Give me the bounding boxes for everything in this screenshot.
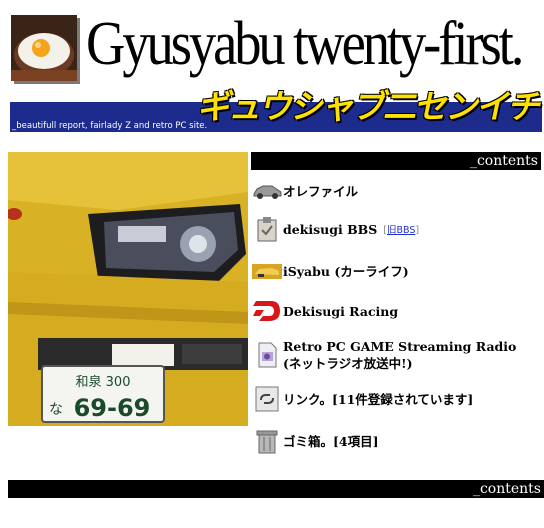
contents-header-bottom: _contents xyxy=(8,480,544,498)
radio-label-line1[interactable]: Retro PC GAME Streaming Radio xyxy=(283,338,516,355)
menu-label-radio[interactable]: Retro PC GAME Streaming Radio (ネットラジオ放送中… xyxy=(283,338,516,372)
site-title: Gyusyabu twenty-first. xyxy=(86,10,524,78)
menu-item-links[interactable]: リンク。[11件登録されています] xyxy=(252,384,542,414)
link-chain-icon xyxy=(252,384,282,414)
katakana-logo: ギュウシャブ二センイチ xyxy=(195,87,544,126)
car-silhouette-icon xyxy=(252,176,282,206)
plate-top-text: 和泉 300 xyxy=(76,374,131,390)
contents-header-top: _contents xyxy=(251,152,541,170)
plate-prefix-text: な xyxy=(49,402,63,418)
plate-number-text: 69-69 xyxy=(74,394,151,422)
menu-item-racing[interactable]: Dekisugi Racing xyxy=(252,296,542,326)
hero-car-photo: 和泉 300 な 69-69 xyxy=(8,152,248,426)
radio-label-line2[interactable]: (ネットラジオ放送中!) xyxy=(283,355,516,372)
menu-label-isyabu[interactable]: iSyabu (カーライフ) xyxy=(283,263,409,280)
menu-label-links[interactable]: リンク。[11件登録されています] xyxy=(283,391,473,408)
menu-item-isyabu[interactable]: iSyabu (カーライフ) xyxy=(252,256,542,286)
old-bbs-link[interactable]: [旧BBS] xyxy=(383,222,419,236)
menu-item-bbs[interactable]: dekisugi BBS [旧BBS] xyxy=(252,214,542,244)
menu-item-radio[interactable]: Retro PC GAME Streaming Radio (ネットラジオ放送中… xyxy=(252,338,542,372)
menu-item-trash[interactable]: ゴミ箱。[4項目] xyxy=(252,426,542,456)
menu-item-orefile[interactable]: オレファイル xyxy=(252,176,542,206)
menu-label-racing[interactable]: Dekisugi Racing xyxy=(283,303,398,320)
menu-label-trash[interactable]: ゴミ箱。[4項目] xyxy=(283,433,379,450)
logo-egg-photo xyxy=(11,15,77,81)
site-subtitle: _beautifull report, fairlady Z and retro… xyxy=(12,121,208,131)
trash-can-icon xyxy=(252,426,282,456)
radio-document-icon xyxy=(252,340,282,370)
yellow-car-icon xyxy=(252,256,282,286)
menu-label-orefile[interactable]: オレファイル xyxy=(283,183,358,200)
racing-logo-icon xyxy=(252,296,282,326)
menu-label-bbs[interactable]: dekisugi BBS xyxy=(283,221,377,238)
clipboard-icon xyxy=(252,214,282,244)
